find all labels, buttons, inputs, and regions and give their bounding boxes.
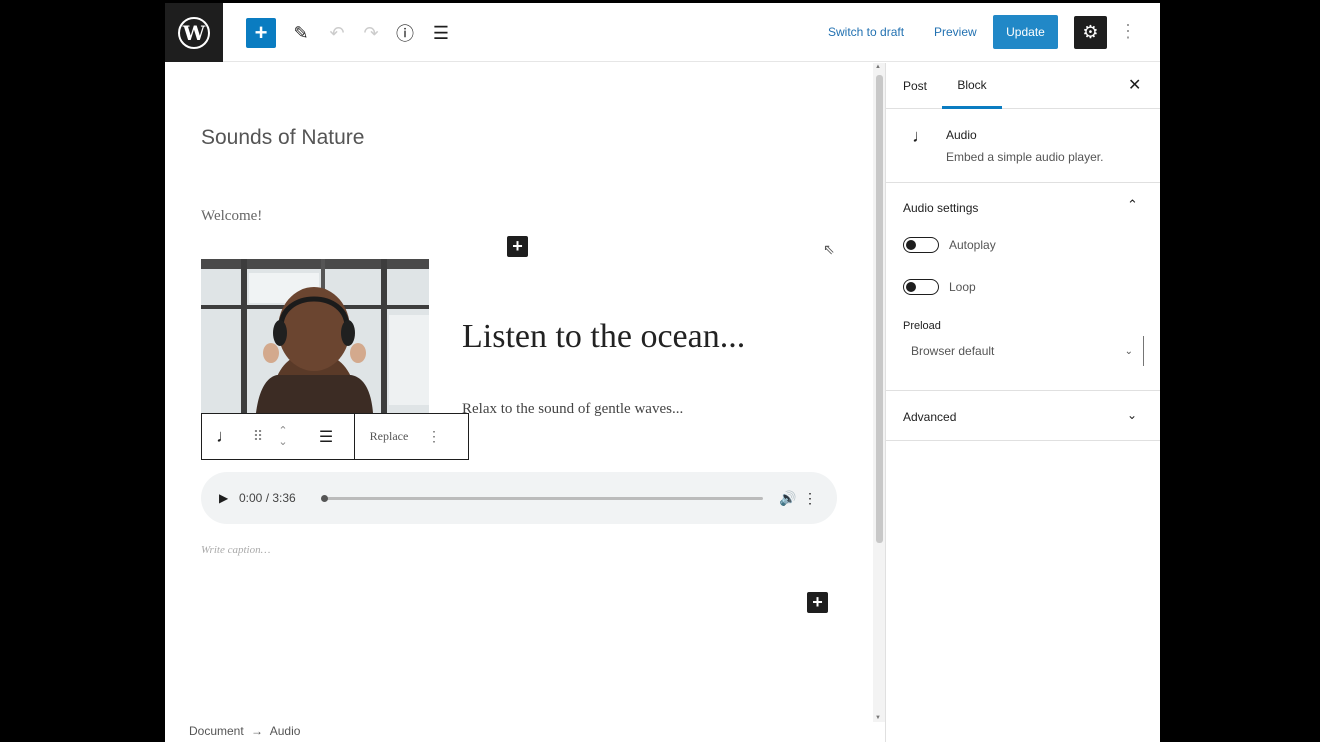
preload-select[interactable]: Browser default ⌄ [903,336,1144,366]
advanced-title: Advanced [903,410,957,424]
advanced-panel[interactable]: Advanced ⌄ [886,392,1160,441]
redo-icon[interactable]: ↷ [359,17,383,49]
media-text-image[interactable] [201,259,429,413]
autoplay-toggle[interactable] [903,237,939,253]
sidebar-tabs: Post Block ✕ [886,63,1160,109]
toggle-knob [906,240,916,250]
audio-icon: ♩ [912,126,930,146]
scrollbar-thumb[interactable] [876,75,883,543]
add-block-button[interactable]: + [246,18,276,48]
preload-value: Browser default [911,344,995,358]
breadcrumb: Document → Audio [189,724,304,738]
scroll-down-icon[interactable]: ▼ [875,715,881,721]
audio-settings-panel: Audio settings ⌃ Autoplay Loop Preload B… [886,184,1160,391]
align-icon[interactable]: ☰ [298,414,354,459]
audio-time: 0:00 / 3:36 [239,491,296,505]
block-card-description: Embed a simple audio player. [946,150,1104,164]
volume-icon[interactable]: 🔊 [775,490,801,507]
close-icon[interactable]: ✕ [1128,75,1141,95]
move-down-icon[interactable]: ⌄ [278,436,287,448]
block-toolbar: ♩ ⠿ ⌃ ⌄ ☰ Replace ⋮ [201,413,469,460]
block-card: ♩ Audio Embed a simple audio player. [886,110,1160,183]
list-view-icon[interactable]: ☰ [429,17,453,49]
chevron-down-icon: ⌄ [1124,345,1133,357]
chevron-down-icon: ⌄ [1127,408,1138,422]
scroll-up-icon[interactable]: ▲ [875,64,881,70]
undo-icon[interactable]: ↶ [325,17,349,49]
details-info-icon[interactable]: ⓘ [393,17,417,49]
settings-sidebar: Post Block ✕ ♩ Audio Embed a simple audi… [885,63,1160,742]
breadcrumb-separator: → [251,724,264,738]
progress-thumb[interactable] [321,494,328,502]
wordpress-logo-icon: W [178,16,210,49]
tab-block[interactable]: Block [942,63,1002,109]
player-more-icon[interactable]: ⋮ [801,490,819,507]
update-button[interactable]: Update [993,15,1058,49]
post-title[interactable]: Sounds of Nature [201,126,364,150]
loop-toggle[interactable] [903,279,939,295]
play-icon[interactable]: ▶ [219,491,239,505]
block-options-icon[interactable]: ⋮ [423,414,445,459]
audio-settings-toggle[interactable]: Audio settings [903,201,978,215]
woman-headphones-image [201,259,429,413]
tab-post[interactable]: Post [903,63,927,109]
switch-to-draft-button[interactable]: Switch to draft [828,25,904,39]
caption-input[interactable]: Write caption… [201,544,270,556]
breadcrumb-document[interactable]: Document [189,724,244,738]
more-options-icon[interactable]: ⋮ [1119,21,1137,42]
audio-block-icon[interactable]: ♩ [202,414,248,459]
media-paragraph[interactable]: Relax to the sound of gentle waves... [462,401,683,418]
top-toolbar: W + ✎ ↶ ↷ ⓘ ☰ Switch to draft Preview Up… [165,3,1160,62]
block-inserter-icon[interactable]: + [507,236,528,257]
settings-gear-icon[interactable]: ⚙ [1074,16,1107,49]
wordpress-logo-button[interactable]: W [165,3,223,62]
breadcrumb-audio[interactable]: Audio [270,724,301,738]
autoplay-label: Autoplay [949,238,996,252]
audio-progress-slider[interactable] [321,494,763,502]
preview-button[interactable]: Preview [934,25,977,39]
toggle-knob [906,282,916,292]
loop-label: Loop [949,280,976,294]
editor-window: W + ✎ ↶ ↷ ⓘ ☰ Switch to draft Preview Up… [165,3,1160,742]
move-up-icon[interactable]: ⌃ [278,425,287,437]
block-card-title: Audio [946,128,977,142]
media-heading[interactable]: Listen to the ocean... [462,318,745,356]
replace-button[interactable]: Replace [355,414,423,459]
audio-player: ▶ 0:00 / 3:36 🔊 ⋮ [201,472,837,524]
tools-pen-icon[interactable]: ✎ [289,17,313,49]
editor-scrollbar[interactable]: ▲ ▼ [873,63,885,722]
editor-canvas: Sounds of Nature Welcome! + ⇖ Listen to … [165,63,872,742]
move-block-control: ⌃ ⌄ [268,414,298,459]
drag-handle-icon[interactable]: ⠿ [248,414,268,459]
mouse-cursor-icon: ⇖ [823,241,835,257]
preload-label: Preload [903,320,941,332]
block-inserter-icon[interactable]: + [807,592,828,613]
paragraph-block[interactable]: Welcome! [201,208,262,225]
chevron-up-icon[interactable]: ⌃ [1127,197,1138,213]
